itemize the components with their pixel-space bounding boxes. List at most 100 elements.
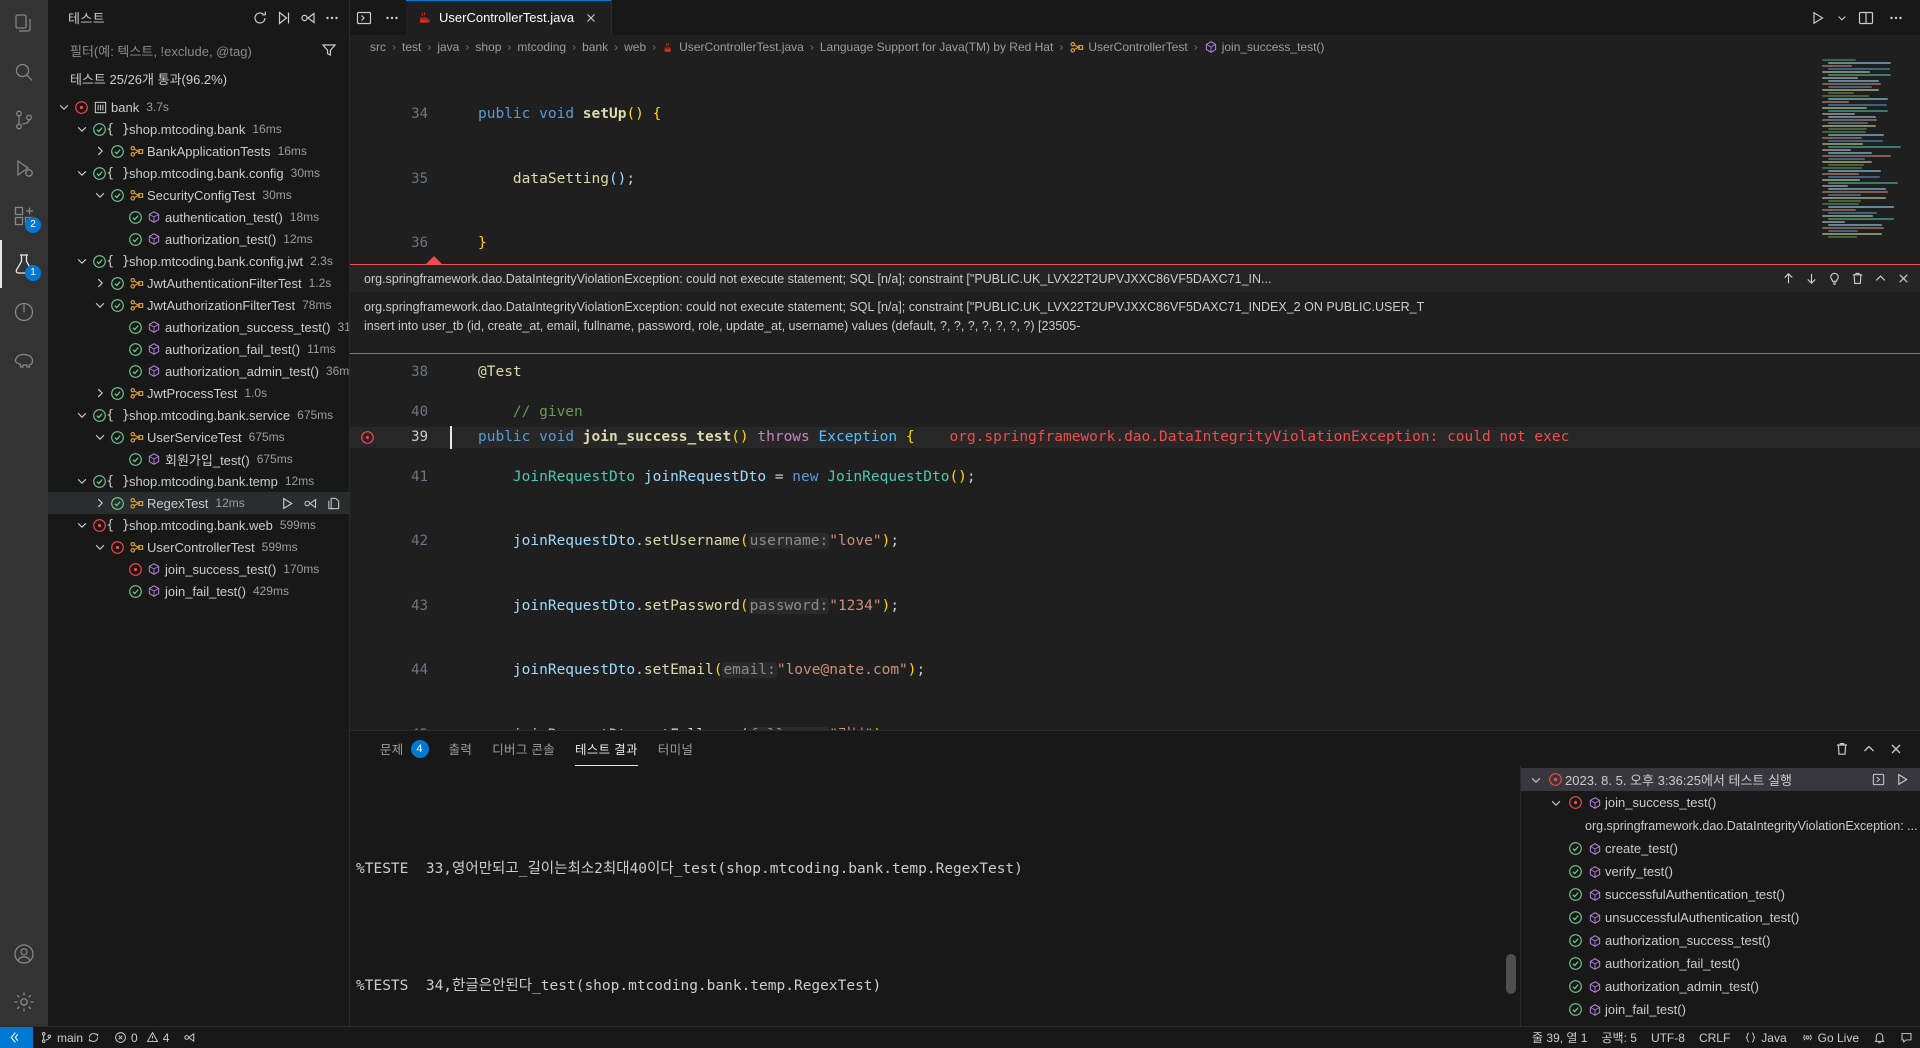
- test-tree[interactable]: bank 3.7s{ } shop.mtcoding.bank 16ms BankApp…: [48, 94, 349, 1026]
- breadcrumb-item[interactable]: java: [437, 40, 459, 54]
- breadcrumb-item[interactable]: shop: [475, 40, 501, 54]
- editor-tab-usercontrollertest[interactable]: UserControllerTest.java: [406, 0, 613, 35]
- test-result-row[interactable]: join_success_test(): [1521, 791, 1920, 814]
- test-result-row[interactable]: verify_test(): [1521, 860, 1920, 883]
- tree-twistie[interactable]: [92, 188, 108, 202]
- run-java-button[interactable]: [1804, 3, 1832, 33]
- go-to-test-button[interactable]: [323, 493, 343, 513]
- test-tree-row[interactable]: { } shop.mtcoding.bank.web 599ms: [48, 514, 349, 536]
- clear-output-button[interactable]: [1830, 737, 1854, 761]
- trash-icon[interactable]: [1846, 268, 1868, 290]
- activity-item-manage[interactable]: [0, 978, 48, 1026]
- activity-item-source-control[interactable]: [0, 96, 48, 144]
- tree-twistie[interactable]: [92, 298, 108, 312]
- breadcrumb-item[interactable]: src: [370, 40, 386, 54]
- test-tree-row[interactable]: BankApplicationTests 16ms: [48, 140, 349, 162]
- breadcrumb-item[interactable]: web: [624, 40, 646, 54]
- tree-twistie[interactable]: [92, 144, 108, 158]
- test-tree-row[interactable]: authentication_test() 18ms: [48, 206, 349, 228]
- test-tree-row[interactable]: RegexTest 12ms: [48, 492, 349, 514]
- status-cursor-position[interactable]: 줄 39, 열 1: [1525, 1027, 1594, 1048]
- status-feedback[interactable]: [1893, 1027, 1920, 1048]
- chevron-down-icon[interactable]: [1834, 3, 1850, 33]
- status-notifications[interactable]: [1866, 1027, 1893, 1048]
- test-result-row[interactable]: authorization_admin_test(): [1521, 975, 1920, 998]
- status-language-mode[interactable]: Java: [1737, 1027, 1793, 1048]
- tab-test-results[interactable]: 테스트 결과: [565, 731, 648, 766]
- test-result-row[interactable]: join_fail_test(): [1521, 998, 1920, 1021]
- test-tree-row[interactable]: join_fail_test() 429ms: [48, 580, 349, 602]
- tree-twistie[interactable]: [74, 254, 90, 268]
- test-tree-row[interactable]: { } shop.mtcoding.bank.config 30ms: [48, 162, 349, 184]
- editor-more-button[interactable]: [1882, 3, 1910, 33]
- toggle-panel-button[interactable]: [350, 0, 378, 35]
- test-tree-row[interactable]: authorization_fail_test() 11ms: [48, 338, 349, 360]
- tree-twistie[interactable]: [74, 474, 90, 488]
- test-tree-row[interactable]: SecurityConfigTest 30ms: [48, 184, 349, 206]
- test-tree-row[interactable]: { } shop.mtcoding.bank.config.jwt 2.3s: [48, 250, 349, 272]
- activity-item-search[interactable]: [0, 48, 48, 96]
- test-tree-row[interactable]: JwtAuthenticationFilterTest 1.2s: [48, 272, 349, 294]
- arrow-down-icon[interactable]: [1800, 268, 1822, 290]
- test-result-row[interactable]: authorization_fail_test(): [1521, 952, 1920, 975]
- lightbulb-icon[interactable]: [1823, 268, 1845, 290]
- test-tree-row[interactable]: JwtAuthorizationFilterTest 78ms: [48, 294, 349, 316]
- activity-item-database[interactable]: [0, 336, 48, 384]
- tree-twistie[interactable]: [92, 276, 108, 290]
- tabbar-more-button[interactable]: [378, 0, 406, 35]
- tab-output[interactable]: 출력: [439, 731, 483, 766]
- test-tree-row[interactable]: { } shop.mtcoding.bank.service 675ms: [48, 404, 349, 426]
- test-tree-row[interactable]: join_success_test() 170ms: [48, 558, 349, 580]
- test-tree-row[interactable]: UserServiceTest 675ms: [48, 426, 349, 448]
- activity-item-spring-boot-dashboard[interactable]: [0, 288, 48, 336]
- breadcrumb-item[interactable]: mtcoding: [517, 40, 566, 54]
- split-editor-button[interactable]: [1852, 3, 1880, 33]
- test-tree-row[interactable]: authorization_admin_test() 36ms: [48, 360, 349, 382]
- run-all-tests-button[interactable]: [273, 7, 295, 29]
- test-tree-row[interactable]: authorization_test() 12ms: [48, 228, 349, 250]
- breadcrumb-item[interactable]: UserControllerTest.java: [662, 40, 804, 54]
- test-tree-row[interactable]: { } shop.mtcoding.bank 16ms: [48, 118, 349, 140]
- test-result-row[interactable]: unsuccessfulAuthentication_test(): [1521, 906, 1920, 929]
- tab-debug-console[interactable]: 디버그 콘솔: [482, 731, 565, 766]
- tree-twistie[interactable]: [74, 518, 90, 532]
- status-problems[interactable]: 0 4: [107, 1027, 176, 1048]
- more-actions-button[interactable]: [321, 7, 343, 29]
- debug-test-button[interactable]: [300, 493, 320, 513]
- breadcrumb-item[interactable]: test: [402, 40, 421, 54]
- run-test-button[interactable]: [277, 493, 297, 513]
- rerun-tests-button[interactable]: [1868, 770, 1888, 790]
- status-indentation[interactable]: 공백: 5: [1595, 1027, 1644, 1048]
- tab-terminal[interactable]: 터미널: [648, 731, 703, 766]
- tree-twistie[interactable]: [1527, 773, 1545, 787]
- close-panel-button[interactable]: [1884, 737, 1908, 761]
- breadcrumb-item[interactable]: UserControllerTest: [1069, 40, 1188, 55]
- activity-item-extensions[interactable]: 2: [0, 192, 48, 240]
- test-filter-input[interactable]: 필터(예: 텍스트, !exclude, @tag): [70, 38, 317, 62]
- tree-twistie[interactable]: [92, 496, 108, 510]
- tree-twistie[interactable]: [92, 540, 108, 554]
- arrow-up-icon[interactable]: [1777, 268, 1799, 290]
- test-result-message-row[interactable]: org.springframework.dao.DataIntegrityVio…: [1521, 814, 1920, 837]
- chevron-up-icon[interactable]: [1869, 268, 1891, 290]
- test-result-row[interactable]: create_test(): [1521, 837, 1920, 860]
- test-tree-row[interactable]: bank 3.7s: [48, 96, 349, 118]
- tree-twistie[interactable]: [74, 166, 90, 180]
- status-ports[interactable]: [176, 1027, 203, 1048]
- activity-item-accounts[interactable]: [0, 930, 48, 978]
- breadcrumb[interactable]: src › test › java › shop › mtcoding › bank › web › Use…: [350, 35, 1920, 59]
- test-tree-row[interactable]: 회원가입_test() 675ms: [48, 448, 349, 470]
- tree-twistie[interactable]: [1547, 796, 1565, 810]
- remote-indicator[interactable]: [0, 1026, 33, 1048]
- maximize-panel-button[interactable]: [1857, 737, 1881, 761]
- filter-icon[interactable]: [317, 42, 341, 58]
- status-encoding[interactable]: UTF-8: [1644, 1027, 1692, 1048]
- test-tree-row[interactable]: UserControllerTest 599ms: [48, 536, 349, 558]
- breadcrumb-item[interactable]: Language Support for Java(TM) by Red Hat: [820, 40, 1053, 54]
- tree-twistie[interactable]: [92, 430, 108, 444]
- breadcrumb-item[interactable]: bank: [582, 40, 608, 54]
- close-icon[interactable]: [581, 8, 601, 28]
- refresh-tests-button[interactable]: [249, 7, 271, 29]
- test-tree-row[interactable]: JwtProcessTest 1.0s: [48, 382, 349, 404]
- code-editor[interactable]: 34 public void setUp() { 35 dataSetting(…: [350, 59, 1920, 730]
